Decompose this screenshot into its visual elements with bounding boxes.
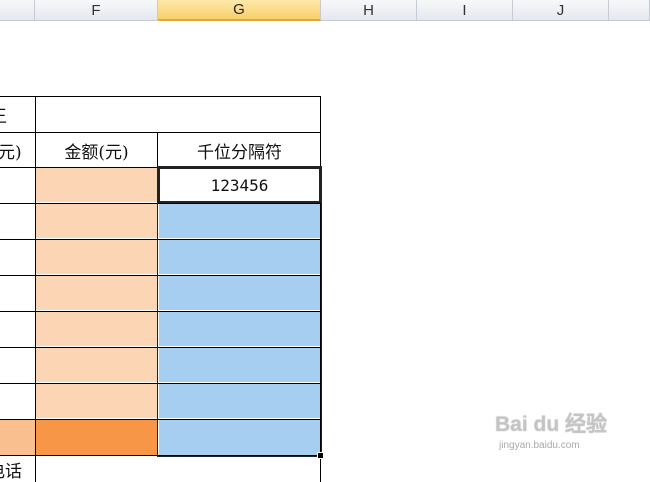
column-header-partial[interactable] [0, 0, 35, 21]
cell-f9[interactable] [36, 384, 157, 418]
baidu-jingyan-watermark: Bai du 经验 jingyan.baidu.com [495, 408, 645, 468]
cell-f10-total[interactable] [36, 420, 157, 455]
gridline [0, 96, 321, 97]
cell-f8[interactable] [36, 348, 157, 382]
column-header-g[interactable]: G [158, 0, 321, 21]
cell-e1-partial-label: 王 [0, 97, 14, 131]
gridline [0, 132, 321, 133]
column-header-i[interactable]: I [417, 0, 513, 21]
cell-f4[interactable] [36, 204, 157, 238]
watermark-url: jingyan.baidu.com [499, 440, 580, 451]
cell-f7[interactable] [36, 312, 157, 346]
cell-f3[interactable] [36, 168, 157, 202]
column-header-h[interactable]: H [321, 0, 417, 21]
selection-outline [157, 166, 322, 457]
cell-e2-partial-header: 元) [0, 142, 22, 163]
fill-handle[interactable] [317, 452, 324, 459]
cell-f5[interactable] [36, 240, 157, 274]
cell-g2-thousands-header[interactable]: 千位分隔符 [159, 133, 320, 167]
cell-e11-partial-label: 电话 [0, 461, 22, 482]
cell-f6[interactable] [36, 276, 157, 310]
cell-f2-amount-header[interactable]: 金额(元) [36, 133, 157, 167]
gridline [35, 96, 36, 482]
watermark-logo: Bai du 经验 [495, 413, 608, 436]
spreadsheet: F G H I J 王 元) 金额(元) 千位分隔符 123456 电话 Bai [0, 0, 650, 482]
cell-e10-total[interactable] [0, 420, 35, 455]
column-header-partial-k[interactable] [609, 0, 650, 21]
column-header-f[interactable]: F [35, 0, 158, 21]
column-header-j[interactable]: J [513, 0, 609, 21]
